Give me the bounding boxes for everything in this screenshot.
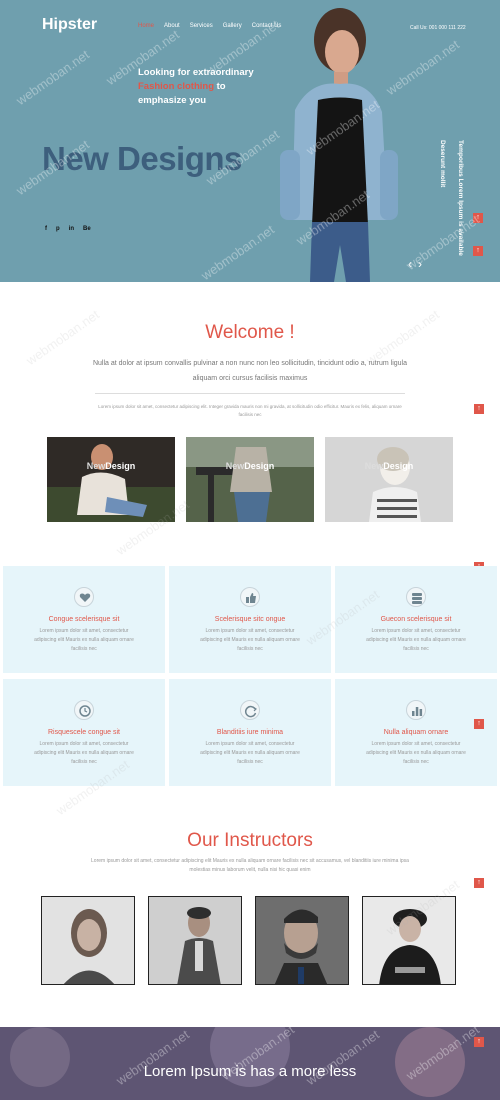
feature-text: Lorem ipsum dolor sit amet, consectetur … — [34, 628, 134, 652]
instructor-photo[interactable] — [255, 896, 349, 985]
feature-text: Lorem ipsum dolor sit amet, consectetur … — [200, 628, 300, 652]
scroll-up-button[interactable]: ↑ — [474, 878, 484, 888]
nav-gallery[interactable]: Gallery — [223, 23, 242, 29]
instructors-title: Our Instructors — [187, 830, 313, 851]
slider-arrows: ‹ › — [408, 257, 422, 271]
hero-section: Hipster Home About Services Gallery Cont… — [0, 0, 500, 282]
heart-icon — [74, 587, 94, 607]
page: Hipster Home About Services Gallery Cont… — [0, 0, 500, 1100]
feature-card: Nulla aliquam ornare Lorem ipsum dolor s… — [335, 679, 497, 786]
welcome-lead: Nulla at dolor at ipsum convallis pulvin… — [92, 360, 407, 382]
feature-card: Guecon scelerisque sit Lorem ipsum dolor… — [335, 566, 497, 673]
hero-tagline: Looking for extraordinary Fashion clothi… — [138, 66, 268, 108]
nav-contact[interactable]: Contact Us — [252, 23, 282, 29]
watermark: webmoban.net — [198, 221, 277, 282]
scroll-up-button[interactable]: ↑ — [473, 246, 483, 256]
hero-vertical-text-2: Deserunt mollit — [439, 140, 446, 188]
instructors-lead: Lorem ipsum dolor sit amet, consectetur … — [91, 858, 409, 873]
design-photo — [325, 437, 453, 522]
slider-next-button[interactable]: › — [418, 257, 422, 271]
instructor-photo[interactable] — [148, 896, 242, 985]
scroll-up-button[interactable]: ↑ — [474, 1037, 484, 1047]
watermark: webmoban.net — [13, 46, 92, 109]
tagline-line1: Looking for extraordinary — [138, 67, 254, 78]
design-photo — [47, 437, 175, 522]
design-label: NewDesign — [86, 461, 136, 471]
thumbs-up-icon — [240, 587, 260, 607]
design-label: NewDesign — [225, 461, 275, 471]
slider-prev-button[interactable]: ‹ — [408, 257, 412, 271]
design-photo — [186, 437, 314, 522]
banner-text: Lorem Ipsum is has a more less — [143, 1063, 357, 1080]
hero-vertical-text: Temporibus Lorem Ipsum is available — [457, 140, 464, 256]
welcome-small-text: Lorem ipsum dolor sit amet, consectetur … — [98, 404, 402, 417]
scroll-up-button[interactable]: ↑ — [473, 213, 483, 223]
scroll-up-button[interactable]: ↑ — [474, 404, 484, 414]
design-card[interactable]: NewDesign — [47, 437, 175, 522]
refresh-icon — [240, 700, 260, 720]
linkedin-icon[interactable]: in — [69, 226, 74, 232]
feature-title: Scelerisque sitc ongue — [214, 616, 286, 623]
design-label: NewDesign — [364, 461, 414, 471]
database-icon — [406, 587, 426, 607]
feature-title: Congue scelerisque sit — [48, 616, 120, 623]
feature-title: Nulla aliquam ornare — [383, 729, 449, 736]
facebook-icon[interactable]: f — [45, 226, 47, 232]
design-card[interactable]: NewDesign — [186, 437, 314, 522]
tagline-line3: emphasize you — [138, 95, 207, 106]
feature-card: Congue scelerisque sit Lorem ipsum dolor… — [3, 566, 165, 673]
scroll-up-button[interactable]: ↑ — [474, 719, 484, 729]
main-nav: Home About Services Gallery Contact Us — [138, 23, 281, 29]
bar-chart-icon — [406, 700, 426, 720]
feature-title: Guecon scelerisque sit — [380, 616, 452, 623]
feature-text: Lorem ipsum dolor sit amet, consectetur … — [200, 741, 300, 765]
pinterest-icon[interactable]: p — [56, 226, 60, 232]
nav-home[interactable]: Home — [138, 23, 154, 29]
tagline-highlight: Fashion clothing — [138, 81, 214, 92]
call-us-text: Call Us: 001 000 111 222 — [410, 25, 466, 31]
feature-card: Scelerisque sitc ongue Lorem ipsum dolor… — [169, 566, 331, 673]
behance-icon[interactable]: Be — [83, 226, 91, 232]
feature-card: Risquescele congue sit Lorem ipsum dolor… — [3, 679, 165, 786]
hero-model-image — [280, 8, 398, 282]
feature-title: Blanditiis iure minima — [216, 729, 284, 736]
brand-logo[interactable]: Hipster — [42, 16, 97, 34]
feature-text: Lorem ipsum dolor sit amet, consectetur … — [34, 741, 134, 765]
feature-text: Lorem ipsum dolor sit amet, consectetur … — [366, 628, 466, 652]
instructor-photo[interactable] — [362, 896, 456, 985]
feature-text: Lorem ipsum dolor sit amet, consectetur … — [366, 741, 466, 765]
divider — [95, 393, 405, 394]
clock-icon — [74, 700, 94, 720]
instructor-photo[interactable] — [41, 896, 135, 985]
social-links: f p in Be — [45, 226, 91, 232]
tagline-to: to — [214, 81, 226, 92]
feature-title: Risquescele congue sit — [48, 729, 120, 736]
feature-card: Blanditiis iure minima Lorem ipsum dolor… — [169, 679, 331, 786]
hero-title: New Designs — [42, 140, 242, 177]
nav-services[interactable]: Services — [190, 23, 213, 29]
welcome-title: Welcome ! — [205, 322, 295, 343]
design-card[interactable]: NewDesign — [325, 437, 453, 522]
nav-about[interactable]: About — [164, 23, 180, 29]
